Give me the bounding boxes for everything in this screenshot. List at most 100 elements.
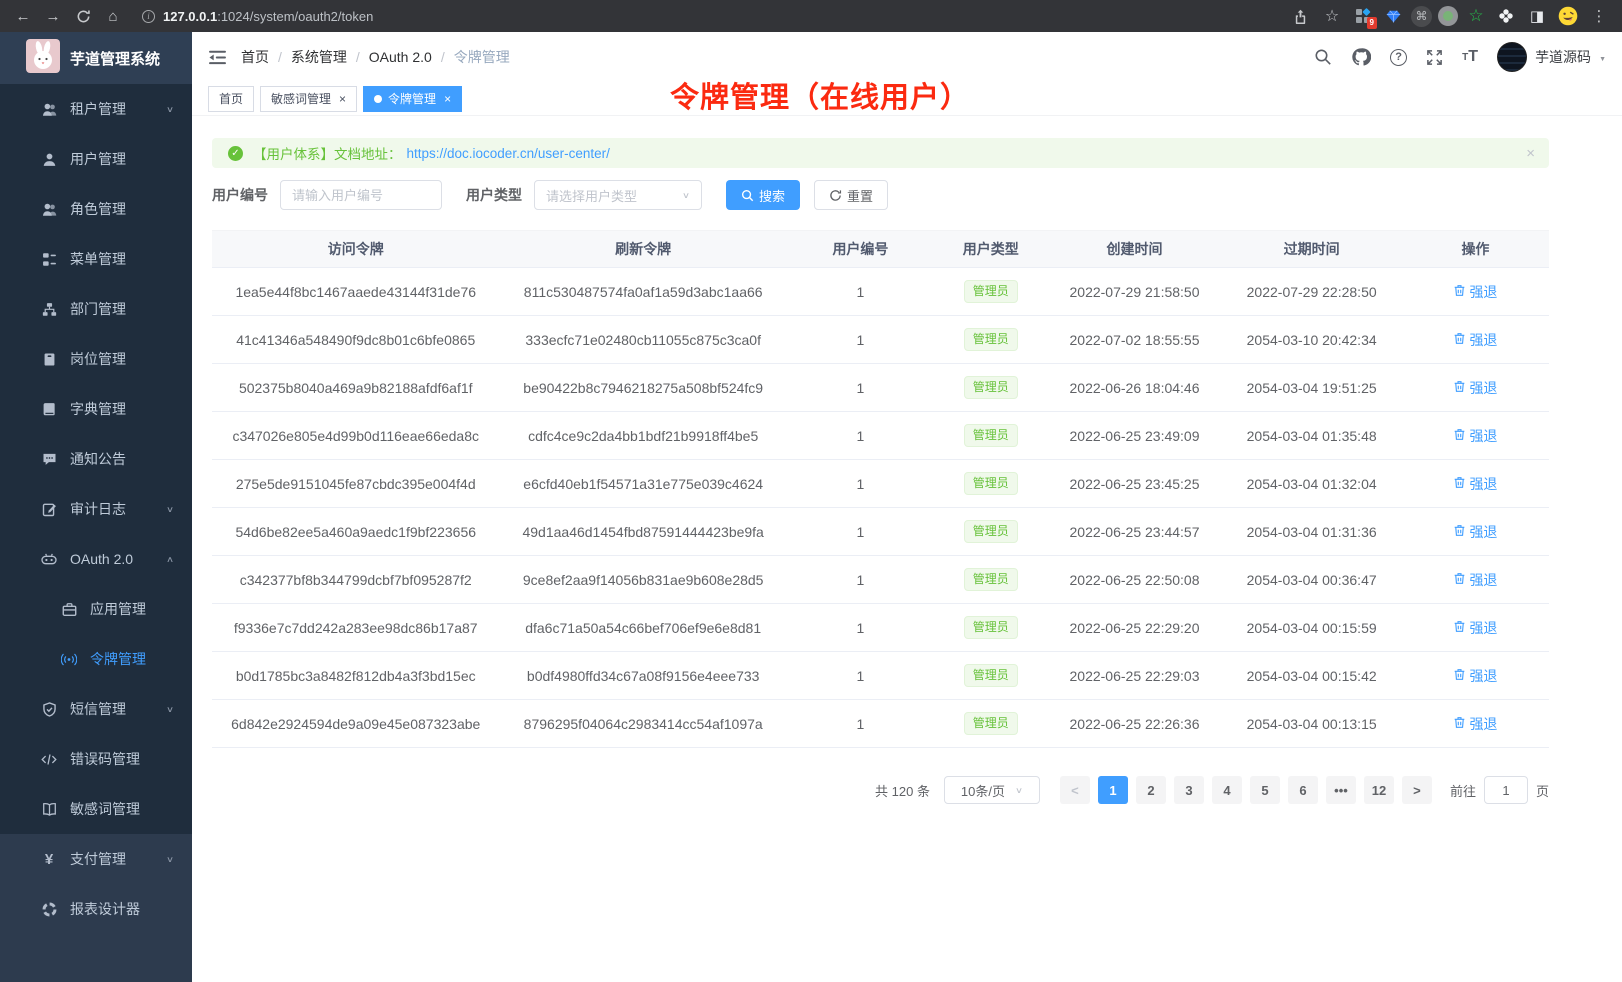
force-logout-button[interactable]: 强退	[1453, 474, 1497, 494]
reset-button[interactable]: 重置	[814, 180, 888, 210]
sidebar-item-user[interactable]: 用户管理	[0, 134, 192, 184]
sidebar-item-report-designer[interactable]: 报表设计器	[0, 884, 192, 934]
force-logout-button[interactable]: 强退	[1453, 378, 1497, 398]
breadcrumb-item[interactable]: 首页	[241, 47, 269, 67]
table-row: 1ea5e44f8bc1467aaede43144f31de76811c5304…	[212, 268, 1549, 316]
force-logout-button[interactable]: 强退	[1453, 426, 1497, 446]
force-logout-button[interactable]: 强退	[1453, 618, 1497, 638]
help-icon[interactable]: ?	[1390, 49, 1407, 66]
font-size-icon[interactable]: TT	[1462, 48, 1478, 66]
prev-page-button[interactable]: <	[1060, 776, 1090, 804]
goto-page-input[interactable]	[1484, 776, 1528, 804]
grid-extension-icon[interactable]: 9	[1351, 4, 1375, 28]
sidebar-item-role[interactable]: 角色管理	[0, 184, 192, 234]
page-button-1[interactable]: 1	[1098, 776, 1128, 804]
sidebar-item-label: 短信管理	[70, 699, 126, 719]
bookmark-star-icon[interactable]: ☆	[1319, 3, 1345, 29]
sidebar-item-post[interactable]: 岗位管理	[0, 334, 192, 384]
sidebar-item-audit-log[interactable]: 审计日志∨	[0, 484, 192, 534]
gem-extension-icon[interactable]	[1381, 4, 1405, 28]
page-button-5[interactable]: 5	[1250, 776, 1280, 804]
forward-icon[interactable]: →	[40, 3, 66, 29]
sidebar-item-sms[interactable]: 短信管理∨	[0, 684, 192, 734]
tab-home[interactable]: 首页	[208, 86, 254, 112]
table-row: c342377bf8b344799dcbf7bf095287f29ce8ef2a…	[212, 556, 1549, 604]
home-icon[interactable]: ⌂	[100, 3, 126, 29]
address-bar[interactable]: i 127.0.0.1:1024/system/oauth2/token	[142, 9, 1283, 24]
sidebar-item-oauth2-app[interactable]: 应用管理	[0, 584, 192, 634]
pinwheel-extension-icon[interactable]	[1494, 4, 1518, 28]
sidebar-item-dept[interactable]: 部门管理	[0, 284, 192, 334]
sidebar-item-label: OAuth 2.0	[70, 551, 133, 567]
browser-menu-icon[interactable]: ⋮	[1586, 3, 1612, 29]
collapse-sidebar-icon[interactable]	[208, 49, 227, 66]
sidebar-item-notice[interactable]: 通知公告	[0, 434, 192, 484]
breadcrumb-item[interactable]: OAuth 2.0	[369, 49, 432, 65]
green-star-extension-icon[interactable]: ☆	[1464, 4, 1488, 28]
close-icon[interactable]: ×	[444, 92, 451, 106]
page-button-4[interactable]: 4	[1212, 776, 1242, 804]
force-logout-button[interactable]: 强退	[1453, 666, 1497, 686]
tab-sensitive-word[interactable]: 敏感词管理×	[260, 86, 357, 112]
user-menu[interactable]: 芋道源码 ▼	[1497, 42, 1606, 72]
sidebar-item-error-code[interactable]: 错误码管理	[0, 734, 192, 784]
share-icon[interactable]	[1287, 3, 1313, 29]
access-token-cell: 41c41346a548490f9dc8b01c6bfe0865	[212, 316, 499, 364]
reload-icon[interactable]	[70, 3, 96, 29]
refresh-token-cell: 811c530487574fa0af1a59d3abc1aa66	[499, 268, 786, 316]
force-logout-button[interactable]: 强退	[1453, 522, 1497, 542]
recorder-extension-icon[interactable]	[1438, 6, 1458, 26]
close-icon[interactable]: ×	[1526, 145, 1535, 162]
expire-time-cell: 2022-07-29 22:28:50	[1221, 268, 1401, 316]
page-button-6[interactable]: 6	[1288, 776, 1318, 804]
sidebar-item-oauth2[interactable]: OAuth 2.0∧	[0, 534, 192, 584]
sidebar-item-tenant[interactable]: 租户管理∨	[0, 84, 192, 134]
search-button[interactable]: 搜索	[726, 180, 800, 210]
user-type-badge: 管理员	[964, 424, 1018, 446]
user-id-input[interactable]	[280, 180, 442, 210]
search-icon[interactable]	[1314, 48, 1332, 66]
sidebar-item-pay[interactable]: ¥支付管理∨	[0, 834, 192, 884]
back-icon[interactable]: ←	[10, 3, 36, 29]
create-time-cell: 2022-06-25 22:29:03	[1048, 652, 1222, 700]
force-logout-button[interactable]: 强退	[1453, 714, 1497, 734]
page-size-select[interactable]: 10条/页 ∨	[944, 776, 1040, 804]
site-info-icon[interactable]: i	[142, 10, 155, 23]
profile-emoji-avatar[interactable]	[1556, 4, 1580, 28]
action-cell: 强退	[1402, 508, 1549, 556]
token-table: 访问令牌刷新令牌用户编号用户类型创建时间过期时间操作 1ea5e44f8bc14…	[212, 230, 1549, 748]
breadcrumb-item[interactable]: 系统管理	[291, 47, 347, 67]
action-cell: 强退	[1402, 604, 1549, 652]
command-extension-icon[interactable]: ⌘	[1411, 6, 1432, 27]
record-dot-icon	[1443, 11, 1453, 21]
force-logout-button[interactable]: 强退	[1453, 570, 1497, 590]
sidebar-item-oauth2-token[interactable]: 令牌管理	[0, 634, 192, 684]
sidebar-item-menu[interactable]: 菜单管理	[0, 234, 192, 284]
user-type-badge: 管理员	[964, 664, 1018, 686]
breadcrumb-item: 令牌管理	[454, 47, 510, 67]
force-logout-button[interactable]: 强退	[1453, 330, 1497, 350]
page-button-12[interactable]: 12	[1364, 776, 1394, 804]
pager-ellipsis[interactable]: •••	[1326, 776, 1356, 804]
force-logout-label: 强退	[1469, 714, 1497, 734]
doc-link[interactable]: https://doc.iocoder.cn/user-center/	[407, 146, 610, 161]
page-button-3[interactable]: 3	[1174, 776, 1204, 804]
access-token-cell: 6d842e2924594de9a09e45e087323abe	[212, 700, 499, 748]
app-logo-bar[interactable]: 芋道管理系统	[0, 32, 192, 84]
page-button-2[interactable]: 2	[1136, 776, 1166, 804]
force-logout-button[interactable]: 强退	[1453, 282, 1497, 302]
breadcrumb-separator: /	[356, 49, 360, 65]
openbook-icon	[40, 802, 58, 817]
sidebar-item-sensitive-word[interactable]: 敏感词管理	[0, 784, 192, 834]
expire-time-cell: 2054-03-04 00:15:42	[1221, 652, 1401, 700]
fullscreen-icon[interactable]	[1426, 49, 1443, 66]
next-page-button[interactable]: >	[1402, 776, 1432, 804]
expire-time-cell: 2054-03-04 00:15:59	[1221, 604, 1401, 652]
tab-token-management[interactable]: 令牌管理×	[363, 86, 462, 112]
access-token-cell: 54d6be82ee5a460a9aedc1f9bf223656	[212, 508, 499, 556]
github-icon[interactable]	[1351, 47, 1371, 67]
sidebar-item-dict[interactable]: 字典管理	[0, 384, 192, 434]
user-type-select[interactable]: 请选择用户类型 ∨	[534, 180, 702, 210]
close-icon[interactable]: ×	[339, 92, 346, 106]
side-panel-icon[interactable]: ◨	[1524, 3, 1550, 29]
